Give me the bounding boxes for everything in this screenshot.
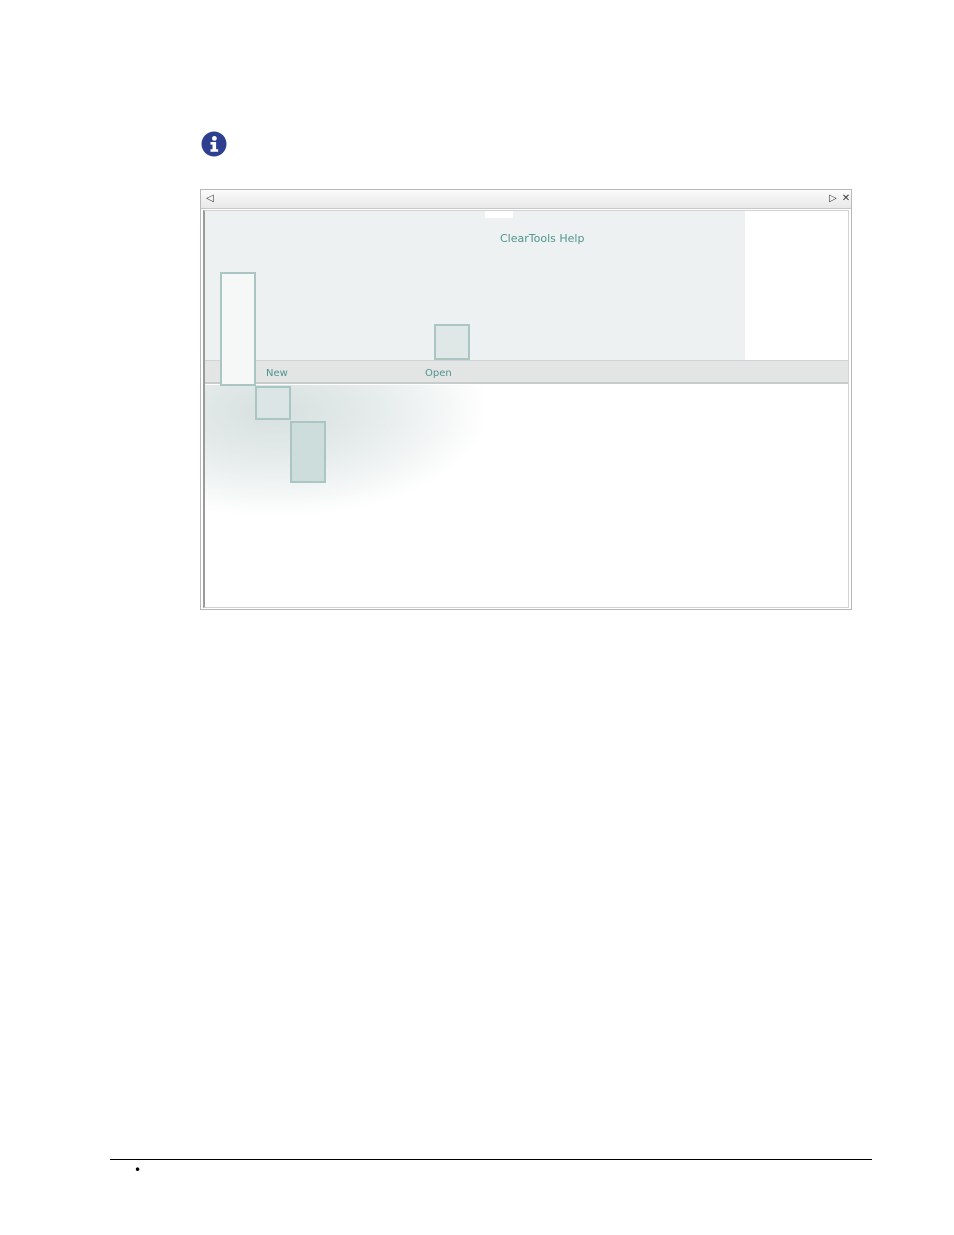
help-header-panel: ClearTools Help bbox=[205, 211, 745, 361]
footer-bullet: • bbox=[134, 1163, 142, 1177]
triangle-right-icon[interactable]: ▷ bbox=[827, 193, 839, 205]
header-notch bbox=[485, 211, 513, 218]
window-titlebar: ◁ ▷ ✕ bbox=[201, 190, 851, 209]
close-icon[interactable]: ✕ bbox=[840, 193, 852, 205]
new-tile[interactable] bbox=[255, 386, 291, 420]
menu-item-new[interactable]: New bbox=[266, 368, 288, 379]
triangle-left-icon[interactable]: ◁ bbox=[204, 193, 216, 205]
decorative-low-box bbox=[290, 421, 326, 483]
help-viewport: ClearTools Help New Open bbox=[203, 210, 849, 608]
decorative-tall-box bbox=[220, 272, 256, 386]
footer-rule bbox=[110, 1159, 872, 1160]
info-icon bbox=[201, 131, 227, 157]
page-title: ClearTools Help bbox=[500, 232, 585, 245]
open-tile[interactable] bbox=[434, 324, 470, 360]
menu-bar bbox=[205, 360, 848, 384]
menu-item-open[interactable]: Open bbox=[425, 368, 452, 379]
background-glow bbox=[205, 385, 485, 515]
help-window: ◁ ▷ ✕ ClearTools Help New Open bbox=[200, 189, 852, 610]
